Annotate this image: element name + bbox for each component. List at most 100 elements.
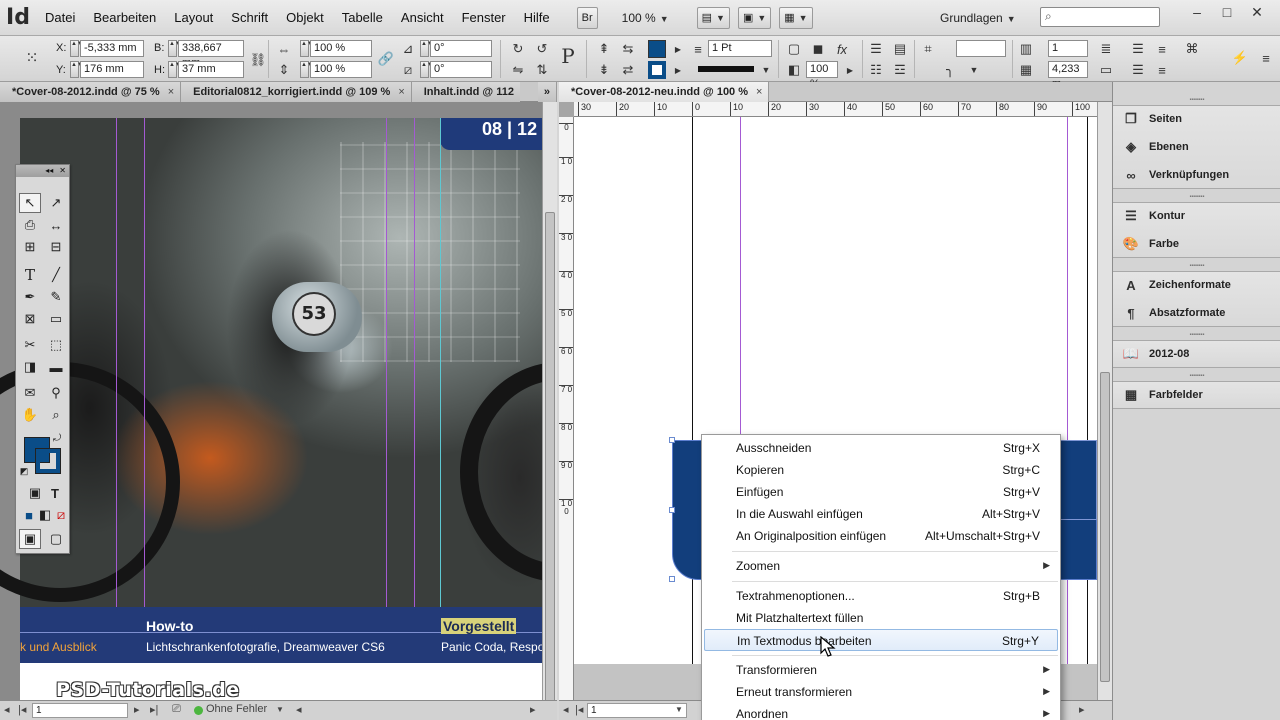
search-input[interactable]: ⌕ xyxy=(1040,7,1160,27)
first-page-icon[interactable]: ◂ xyxy=(563,703,569,716)
note-tool-icon[interactable]: ✉ xyxy=(19,383,41,403)
fill-menu-icon[interactable]: ▶ xyxy=(668,39,688,59)
hand-tool-icon[interactable]: ✋ xyxy=(19,405,41,425)
close-icon[interactable]: × xyxy=(398,86,404,98)
next-page-icon[interactable]: ▸ xyxy=(134,703,140,716)
opacity-menu-icon[interactable]: ▶ xyxy=(840,60,860,80)
view-options-button[interactable]: ▤ ▼ xyxy=(696,6,730,29)
align-justify-icon[interactable]: ▭ xyxy=(1096,60,1116,80)
vertical-justify-icon[interactable]: ≡ xyxy=(1152,60,1172,80)
open-page-icon[interactable]: ⎚ xyxy=(172,703,181,716)
text-wrap-shape-icon[interactable]: ☷ xyxy=(866,60,886,80)
normal-view-icon[interactable]: ▣ xyxy=(19,529,41,549)
x-stepper[interactable]: ▲▼ xyxy=(70,40,83,57)
maximize-icon[interactable]: □ xyxy=(1212,3,1242,21)
shear-stepper[interactable]: ▲▼ xyxy=(420,61,433,78)
fit-frame-icon[interactable]: ⌗ xyxy=(918,39,938,59)
direction-p-icon[interactable]: P xyxy=(558,44,578,68)
selection-handle[interactable] xyxy=(669,576,675,582)
flip-h-icon[interactable]: ⇋ xyxy=(508,60,528,80)
scroll-thumb[interactable] xyxy=(545,212,555,700)
align-top-icon[interactable]: ≣ xyxy=(1096,39,1116,59)
gap-tool-icon[interactable]: ↔ xyxy=(45,215,67,235)
chevron-down-icon[interactable]: ▼ xyxy=(964,60,984,80)
fill-swatch[interactable] xyxy=(648,40,666,58)
height-stepper[interactable]: ▲▼ xyxy=(168,61,181,78)
menu-item-zoomen[interactable]: Zoomen ▶ xyxy=(702,555,1060,577)
rotate-cw-icon[interactable]: ↻ xyxy=(508,39,528,59)
width-stepper[interactable]: ▲▼ xyxy=(168,40,181,57)
previous-page-icon[interactable]: |◂ xyxy=(18,703,26,716)
auto-fit-icon[interactable]: ⌘ xyxy=(1182,39,1202,59)
rectangle-frame-tool-icon[interactable]: ⊠ xyxy=(19,309,41,329)
last-page-icon[interactable]: ▸| xyxy=(150,703,158,716)
gutter-field[interactable]: 4,233 m xyxy=(1048,61,1088,90)
stroke-color-swatch[interactable] xyxy=(35,448,61,474)
bridge-button[interactable]: Br xyxy=(576,6,598,29)
drop-shadow-icon[interactable]: ▢ xyxy=(784,39,804,59)
type-tool-icon[interactable]: T xyxy=(19,265,41,285)
menu-datei[interactable]: Datei xyxy=(36,0,84,36)
effects-icon[interactable]: ◼ xyxy=(808,39,828,59)
vertical-bottom-icon[interactable]: ☰ xyxy=(1128,60,1148,80)
menu-schrift[interactable]: Schrift xyxy=(222,0,277,36)
menu-hilfe[interactable]: Hilfe xyxy=(515,0,559,36)
swap-colors-icon[interactable]: ⤾ xyxy=(50,431,64,445)
selection-tool-icon[interactable]: ↖ xyxy=(19,193,41,213)
menu-tabelle[interactable]: Tabelle xyxy=(333,0,392,36)
rotate-stepper[interactable]: ▲▼ xyxy=(420,40,433,57)
rectangle-tool-icon[interactable]: ▭ xyxy=(45,309,67,329)
menu-item-transformieren[interactable]: Transformieren ▶ xyxy=(702,659,1060,681)
menu-item-an-originalposition-einfuegen[interactable]: An Originalposition einfügen Alt+Umschalt… xyxy=(702,525,1060,547)
corner-size-field[interactable] xyxy=(956,40,1006,57)
panel-farbe[interactable]: 🎨 Farbe xyxy=(1121,230,1179,258)
menu-item-ausschneiden[interactable]: Ausschneiden Strg+X xyxy=(702,437,1060,459)
minimize-icon[interactable]: – xyxy=(1182,3,1212,21)
vertical-center-icon[interactable]: ≡ xyxy=(1152,39,1172,59)
page-field[interactable]: 1 xyxy=(587,703,687,718)
menu-item-anordnen[interactable]: Anordnen ▶ xyxy=(702,703,1060,720)
close-icon[interactable]: × xyxy=(756,86,762,98)
x-field[interactable]: -5,333 mm xyxy=(80,40,144,57)
close-icon[interactable]: × xyxy=(168,86,174,98)
select-next-icon[interactable]: ⇄ xyxy=(618,60,638,80)
menu-item-im-textmodus-bearbeiten[interactable]: Im Textmodus bearbeiten Strg+Y xyxy=(704,629,1058,651)
columns-field[interactable]: 1 xyxy=(1048,40,1088,57)
constrain-proportions-icon[interactable]: ⛓ xyxy=(248,50,268,70)
formatting-text-icon[interactable]: T xyxy=(44,483,66,503)
pencil-tool-icon[interactable]: ✎ xyxy=(45,287,67,307)
page-field[interactable]: 1 xyxy=(32,703,128,718)
pen-tool-icon[interactable]: ✒ xyxy=(19,287,41,307)
menu-item-platzhaltertext-fuellen[interactable]: Mit Platzhaltertext füllen xyxy=(702,607,1060,629)
chevron-down-icon[interactable]: ▼ xyxy=(756,60,776,80)
lightning-icon[interactable]: ⚡ xyxy=(1230,48,1250,68)
scale-y-stepper[interactable]: ▲▼ xyxy=(300,61,313,78)
rotate-field[interactable]: 0° xyxy=(430,40,492,57)
vertical-ruler[interactable]: 0 1 0 2 0 3 0 4 0 5 0 6 0 7 0 8 0 9 0 1 … xyxy=(559,117,574,700)
chevron-down-icon[interactable]: ▼ xyxy=(675,705,683,714)
select-previous-icon[interactable]: ⇆ xyxy=(618,39,638,59)
right-vertical-scrollbar[interactable] xyxy=(1097,102,1112,700)
preview-view-icon[interactable]: ▢ xyxy=(45,529,67,549)
selection-handle[interactable] xyxy=(669,437,675,443)
text-wrap-jump-icon[interactable]: ☲ xyxy=(890,60,910,80)
panel-farbfelder[interactable]: ▦ Farbfelder xyxy=(1121,381,1203,409)
workspace-switcher[interactable]: Grundlagen ▼ xyxy=(940,0,1016,36)
shear-field[interactable]: 0° xyxy=(430,61,492,78)
scroll-right-icon[interactable]: ▸ xyxy=(530,703,536,716)
reference-point-icon[interactable]: ⁙ xyxy=(22,48,42,68)
gradient-swatch-tool-icon[interactable]: ◨ xyxy=(19,357,41,377)
height-field[interactable]: 37 mm xyxy=(178,61,244,78)
direct-selection-tool-icon[interactable]: ↗ xyxy=(45,193,67,213)
eyedropper-tool-icon[interactable]: ⚲ xyxy=(45,383,67,403)
menu-ansicht[interactable]: Ansicht xyxy=(392,0,453,36)
menu-item-kopieren[interactable]: Kopieren Strg+C xyxy=(702,459,1060,481)
close-icon[interactable]: ✕ xyxy=(1242,3,1272,21)
panel-grip[interactable]: ▪▪▪▪▪▪▪ xyxy=(1113,192,1280,202)
menu-bearbeiten[interactable]: Bearbeiten xyxy=(84,0,165,36)
panel-grip[interactable]: ▪▪▪▪▪▪▪ xyxy=(1113,330,1280,340)
chevron-down-icon[interactable]: ▼ xyxy=(276,705,284,714)
panel-grip[interactable]: ▪▪▪▪▪▪▪ xyxy=(1113,371,1280,381)
menu-item-textrahmenoptionen[interactable]: Textrahmenoptionen... Strg+B xyxy=(702,585,1060,607)
flip-v-icon[interactable]: ⇅ xyxy=(532,60,552,80)
